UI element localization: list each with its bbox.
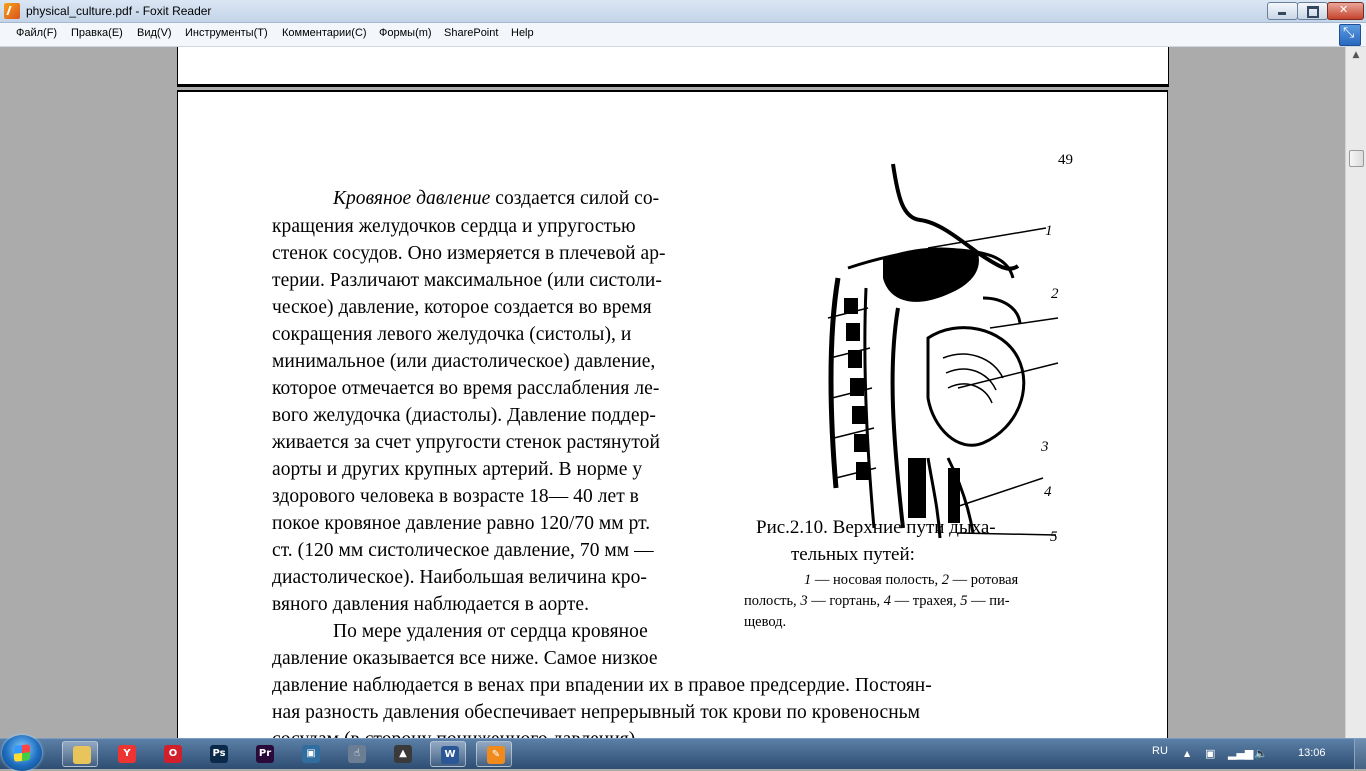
paragraph-line: ная разность давления обеспечивает непре… (272, 702, 921, 723)
opera-icon: O (164, 745, 182, 763)
figure-label-3: 3 (1041, 439, 1049, 455)
vertical-scrollbar[interactable]: ▲ (1345, 47, 1366, 738)
paragraph-line: давление оказывается все ниже. Самое низ… (272, 648, 658, 669)
menu-forms[interactable]: Формы(m) (379, 27, 432, 39)
paragraph-line: покое кровяное давление равно 120/70 мм … (272, 513, 651, 534)
paragraph-line: здорового человека в возрасте 18— 40 лет… (272, 486, 639, 507)
menu-sharepoint[interactable]: SharePoint (444, 27, 498, 39)
fullscreen-toggle-icon[interactable] (1339, 24, 1361, 46)
taskbar-app-cursor[interactable]: ☝ (338, 741, 374, 767)
taskbar: Y O Ps Pr ▣ ☝ ▲ W ✎ RU ▲ ▣ ▂▄▆ 🔈 13:06 (0, 735, 1366, 771)
menu-file[interactable]: Файл(F) (16, 27, 57, 39)
paragraph-line: вяного давления наблюдается в аорте. (272, 594, 590, 615)
figure-caption-line2: тельных путей: (791, 544, 915, 565)
paragraph-line: которое отмечается во время расслабления… (272, 378, 660, 399)
paragraph-line: сосудам (в сторону пониженного давления)… (272, 729, 640, 738)
respiratory-tract-illustration (827, 163, 1059, 539)
game-tank-icon: ▲ (394, 745, 412, 763)
paragraph-line: минимальное (или диастолическое) давлени… (272, 351, 656, 372)
paragraph-line: диастолическое). Наибольшая величина кро… (272, 567, 647, 588)
figure-label-2: 2 (1051, 286, 1059, 302)
previous-page (177, 47, 1169, 87)
menu-edit[interactable]: Правка(E) (71, 27, 123, 39)
paragraph-line: ческое) давление, которое создается во в… (272, 297, 652, 318)
foxit-app-icon[interactable] (4, 3, 20, 19)
taskbar-opera[interactable]: O (154, 741, 190, 767)
figure-label-5: 5 (1050, 529, 1058, 545)
paragraph-line: терии. Различают максимальное (или систо… (272, 270, 662, 291)
minimize-button[interactable] (1267, 2, 1298, 20)
taskbar-explorer[interactable] (62, 741, 98, 767)
figure-label-1: 1 (1045, 223, 1053, 239)
figure-caption: Рис.2.10. Верхние пути дыха- (756, 517, 996, 538)
language-indicator[interactable]: RU (1152, 745, 1168, 757)
taskbar-yandex[interactable]: Y (108, 741, 144, 767)
network-device-icon[interactable]: ▣ (1205, 747, 1215, 760)
volume-icon[interactable]: 🔈 (1254, 747, 1268, 760)
document-view[interactable]: Кровяное давление создается силой со- кр… (0, 47, 1345, 738)
taskbar-premiere[interactable]: Pr (246, 741, 282, 767)
app-window-icon: ▣ (302, 745, 320, 763)
paragraph-line: давление наблюдается в венах при впадени… (272, 675, 932, 696)
paragraph-line: стенок сосудов. Оно измеряется в плечево… (272, 243, 666, 264)
taskbar-word[interactable]: W (430, 741, 466, 767)
word-icon: W (441, 746, 459, 764)
tray-expand-icon[interactable]: ▲ (1184, 749, 1190, 758)
foxit-reader-icon: ✎ (487, 746, 505, 764)
title-bar[interactable]: physical_culture.pdf - Foxit Reader (0, 0, 1366, 23)
paragraph-line: По мере удаления от сердца кровяное (333, 621, 648, 642)
menu-tools[interactable]: Инструменты(T) (185, 27, 268, 39)
premiere-icon: Pr (256, 745, 274, 763)
menu-bar: Файл(F) Правка(E) Вид(V) Инструменты(T) … (0, 23, 1366, 47)
paragraph-line: кращения желудочков сердца и упругостью (272, 216, 636, 237)
clock[interactable]: 13:06 (1298, 747, 1326, 759)
menu-help[interactable]: Help (511, 27, 534, 39)
paragraph-line: аорты и других крупных артерий. В норме … (272, 459, 643, 480)
show-desktop-button[interactable] (1354, 739, 1366, 769)
scroll-up-arrow-icon[interactable]: ▲ (1346, 47, 1366, 64)
signal-bars-icon[interactable]: ▂▄▆ (1228, 747, 1253, 760)
menu-comments[interactable]: Комментарии(C) (282, 27, 367, 39)
figure-legend-line: 1 — носовая полость, 2 — ротовая (804, 572, 1019, 588)
taskbar-app-blue[interactable]: ▣ (292, 741, 328, 767)
paragraph-line: вого желудочка (диастолы). Давление подд… (272, 405, 656, 426)
paragraph-line: живается за счет упругости стенок растян… (272, 432, 660, 453)
figure-label-4: 4 (1044, 484, 1052, 500)
window-title: physical_culture.pdf - Foxit Reader (26, 4, 212, 18)
menu-view[interactable]: Вид(V) (137, 27, 172, 39)
pdf-page: Кровяное давление создается силой со- кр… (177, 90, 1168, 738)
figure-legend-line: полость, 3 — гортань, 4 — трахея, 5 — пи… (744, 593, 1010, 609)
figure-legend-line: щевод. (744, 614, 787, 630)
taskbar-foxit[interactable]: ✎ (476, 741, 512, 767)
taskbar-photoshop[interactable]: Ps (200, 741, 236, 767)
taskbar-app-tank[interactable]: ▲ (384, 741, 420, 767)
paragraph-line: Кровяное давление создается силой со- (333, 188, 660, 209)
scroll-thumb[interactable] (1349, 150, 1364, 167)
close-button[interactable] (1327, 2, 1364, 20)
folder-icon (73, 746, 91, 764)
paragraph-line: ст. (120 мм систолическое давление, 70 м… (272, 540, 654, 561)
start-button[interactable] (2, 735, 42, 771)
cursor-hand-icon: ☝ (348, 745, 366, 763)
photoshop-icon: Ps (210, 745, 228, 763)
yandex-browser-icon: Y (118, 745, 136, 763)
paragraph-line: сокращения левого желудочка (систолы), и (272, 324, 632, 345)
maximize-button[interactable] (1297, 2, 1328, 20)
